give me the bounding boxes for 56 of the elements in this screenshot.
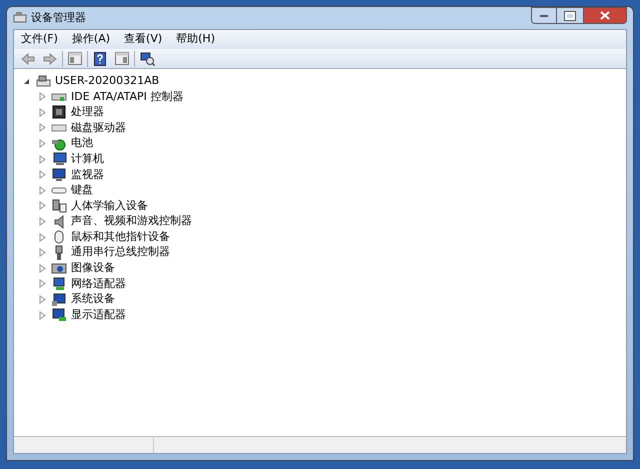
- expand-arrow-icon[interactable]: [38, 248, 47, 258]
- tree-item[interactable]: 网络适配器: [71, 276, 126, 292]
- expand-arrow-icon[interactable]: [38, 232, 47, 242]
- scan-computer-icon: [140, 52, 154, 66]
- tree-item[interactable]: 监视器: [71, 166, 104, 184]
- expand-arrow-icon[interactable]: [38, 201, 47, 210]
- tree-item[interactable]: USER-20200321AB: [55, 72, 160, 90]
- tree-item[interactable]: 系统设备: [71, 291, 115, 308]
- tree-item[interactable]: 电池: [71, 135, 93, 152]
- expand-arrow-icon[interactable]: [38, 279, 47, 288]
- panel-icon: [115, 52, 129, 65]
- tree-item[interactable]: 图像设备: [71, 260, 115, 277]
- expand-arrow-icon[interactable]: [38, 123, 47, 132]
- network-icon: [51, 276, 67, 292]
- expand-arrow-icon[interactable]: [38, 108, 47, 117]
- tree-item[interactable]: 计算机: [71, 150, 104, 168]
- expand-arrow-icon[interactable]: [38, 264, 47, 273]
- expand-arrow-icon[interactable]: [38, 186, 47, 195]
- tree-item[interactable]: 通用串行总线控制器: [71, 244, 170, 261]
- forward-arrow-icon: [43, 52, 57, 64]
- tree-item[interactable]: 鼠标和其他指针设备: [71, 228, 170, 246]
- monitor-icon: [51, 166, 67, 183]
- menu-item[interactable]: 查看(V): [122, 31, 164, 48]
- back-arrow-icon: [21, 52, 35, 64]
- system-device-icon: [51, 292, 67, 308]
- expand-arrow-icon[interactable]: [38, 92, 47, 102]
- expand-arrow-icon[interactable]: [38, 154, 47, 164]
- expand-arrow-icon[interactable]: [38, 295, 47, 304]
- expand-arrow-icon[interactable]: [38, 310, 47, 320]
- app-icon: [13, 11, 27, 25]
- tree-item[interactable]: 磁盘驱动器: [71, 120, 126, 136]
- window-title: 设备管理器: [31, 10, 86, 26]
- expand-arrow-icon[interactable]: [38, 217, 47, 226]
- menu-item[interactable]: 帮助(H): [174, 31, 217, 48]
- tree-item[interactable]: 处理器: [71, 104, 104, 121]
- tree-item[interactable]: 键盘: [71, 182, 93, 199]
- computer-icon: [51, 151, 67, 168]
- menu-item[interactable]: 操作(A): [70, 31, 112, 48]
- menu-item[interactable]: 文件(F): [19, 31, 60, 48]
- chip-icon: [51, 104, 67, 120]
- tree-item[interactable]: IDE ATA/ATAPI 控制器: [71, 88, 184, 106]
- help-icon: [94, 52, 106, 66]
- input-device-icon: [51, 198, 67, 214]
- tree-item[interactable]: 声音、视频和游戏控制器: [71, 213, 192, 230]
- collapse-arrow-icon[interactable]: [22, 76, 31, 86]
- computer-icon: [35, 73, 51, 89]
- minimize-button[interactable]: [531, 7, 557, 24]
- close-button[interactable]: [583, 7, 627, 24]
- close-icon: [600, 11, 610, 20]
- panel-icon: [68, 52, 82, 65]
- display-adapter-icon: [51, 307, 67, 324]
- tree-item[interactable]: 人体学输入设备: [71, 198, 148, 214]
- expand-arrow-icon[interactable]: [38, 139, 47, 148]
- tree-item[interactable]: 显示适配器: [71, 306, 126, 324]
- maximize-button[interactable]: [557, 7, 583, 24]
- expand-arrow-icon[interactable]: [38, 170, 47, 180]
